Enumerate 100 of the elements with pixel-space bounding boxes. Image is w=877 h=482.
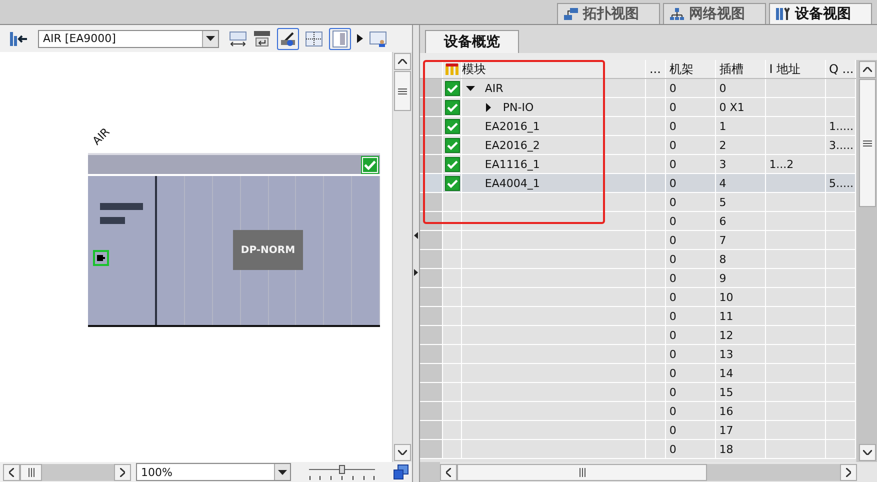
table-cell: 5 [719, 196, 726, 208]
table-cell: 0 [669, 290, 676, 304]
table-row[interactable]: 0 17 [420, 421, 856, 440]
module-name: PN-IO [502, 100, 534, 114]
scroll-up-button[interactable] [394, 53, 411, 70]
row-header[interactable] [420, 117, 443, 135]
overview-tab[interactable]: 设备概览 [425, 30, 519, 53]
view-tab[interactable]: 网络视图 [663, 3, 766, 24]
table-row[interactable]: 0 9 [420, 269, 856, 288]
table-cell: 4 [719, 176, 726, 190]
network-arrow-icon[interactable] [8, 30, 28, 48]
row-header[interactable] [420, 155, 443, 173]
table-row[interactable]: 0 18 [420, 440, 856, 459]
column-header[interactable]: 模块 [462, 60, 646, 78]
table-row[interactable]: EA2016_2 0 2 3..... [420, 136, 856, 155]
row-header[interactable] [420, 79, 443, 97]
checkbox[interactable] [444, 176, 460, 190]
scroll-left-button[interactable] [440, 464, 457, 480]
rename-icon[interactable] [253, 30, 271, 48]
table-row[interactable]: PN-IO 0 0 X1 [420, 98, 856, 117]
module-name: EA2016_2 [484, 138, 540, 152]
table-cell: 0 X1 [719, 100, 744, 114]
column-header[interactable]: 插槽 [716, 60, 766, 78]
table-cell: 12 [719, 328, 734, 342]
chevron-left-icon [9, 468, 14, 476]
table-row[interactable]: 0 7 [420, 231, 856, 250]
fit-width-icon[interactable] [229, 30, 247, 48]
table-cell: 10 [719, 290, 734, 304]
table-cell: 0 [669, 100, 676, 114]
module-name: EA1116_1 [484, 158, 540, 170]
table-row[interactable]: 0 14 [420, 364, 856, 383]
grip-icon [398, 88, 407, 94]
table-cell: 9 [719, 272, 726, 284]
zoom-slider[interactable] [309, 464, 375, 480]
checkbox[interactable] [444, 156, 460, 172]
chevron-up-icon [398, 59, 407, 64]
scroll-down-button[interactable] [858, 444, 876, 461]
view-tab[interactable]: 拓扑视图 [557, 3, 660, 24]
table-cell: 15 [719, 386, 734, 398]
column-header[interactable]: ... [646, 60, 666, 78]
grip-icon [28, 468, 34, 476]
row-header[interactable] [420, 193, 443, 211]
table-row[interactable]: EA2016_1 0 1 1..... [420, 117, 856, 136]
table-cell: 11 [719, 310, 734, 322]
topology-icon [563, 7, 579, 21]
scroll-down-button[interactable] [394, 444, 411, 461]
collapse-left-icon[interactable] [414, 232, 418, 238]
more-arrow-icon[interactable] [357, 34, 363, 43]
column-header[interactable]: I 地址 [766, 60, 826, 78]
table-row[interactable]: 0 6 [420, 212, 856, 231]
module-name: AIR [484, 82, 504, 94]
user-panel-icon[interactable] [369, 30, 387, 48]
table-cell: 0 [669, 214, 676, 228]
module-block: DP-NORM [233, 230, 303, 270]
table-row[interactable]: 0 8 [420, 250, 856, 269]
table-row[interactable]: 0 15 [420, 383, 856, 402]
checkbox[interactable] [444, 80, 460, 96]
row-header[interactable] [420, 136, 443, 154]
scroll-right-button[interactable] [114, 464, 131, 480]
chevron-right-icon [120, 468, 125, 476]
table-row[interactable]: 0 12 [420, 326, 856, 345]
scroll-left-button[interactable] [3, 464, 20, 480]
scroll-up-button[interactable] [858, 61, 876, 78]
port-icon [93, 250, 109, 266]
table-row[interactable]: 0 16 [420, 402, 856, 421]
scroll-thumb[interactable] [457, 464, 707, 480]
tree-toggle-icon[interactable] [484, 102, 493, 112]
scroll-thumb[interactable] [394, 71, 411, 111]
checkbox[interactable] [444, 138, 460, 152]
overview-window-icon[interactable] [393, 464, 409, 480]
network-icon [669, 7, 685, 21]
scroll-right-button[interactable] [840, 464, 857, 480]
scroll-thumb[interactable] [858, 79, 876, 207]
checkbox[interactable] [444, 118, 460, 134]
row-header[interactable] [420, 98, 443, 116]
scroll-thumb[interactable] [20, 464, 42, 480]
column-header[interactable]: 机架 [666, 60, 716, 78]
expand-right-icon[interactable] [414, 268, 418, 276]
grid-icon[interactable] [305, 30, 323, 48]
table-cell: 0 [669, 366, 676, 380]
table-row[interactable]: 0 11 [420, 307, 856, 326]
grip-icon [578, 468, 586, 476]
table-cell: 0 [669, 82, 676, 94]
table-row[interactable]: 0 5 [420, 193, 856, 212]
view-tab[interactable]: 设备视图 [769, 3, 872, 24]
table-row[interactable]: 0 10 [420, 288, 856, 307]
table-row[interactable]: EA4004_1 0 4 5..... [420, 174, 856, 193]
panel-icon[interactable] [329, 28, 351, 50]
view-eye-icon[interactable] [277, 28, 299, 50]
tree-toggle-icon[interactable] [466, 84, 475, 92]
checkbox[interactable] [444, 100, 460, 114]
table-row[interactable]: 0 13 [420, 345, 856, 364]
device-dropdown[interactable]: AIR [EA9000] [38, 30, 219, 48]
table-cell: 1..... [829, 120, 854, 132]
chevron-down-icon [398, 450, 407, 455]
table-cell: 0 [669, 328, 676, 342]
zoom-dropdown[interactable]: 100% [136, 463, 291, 481]
table-cell: 5..... [829, 176, 854, 190]
table-row[interactable]: AIR 0 0 [420, 79, 856, 98]
table-cell: 1...2 [769, 158, 794, 170]
